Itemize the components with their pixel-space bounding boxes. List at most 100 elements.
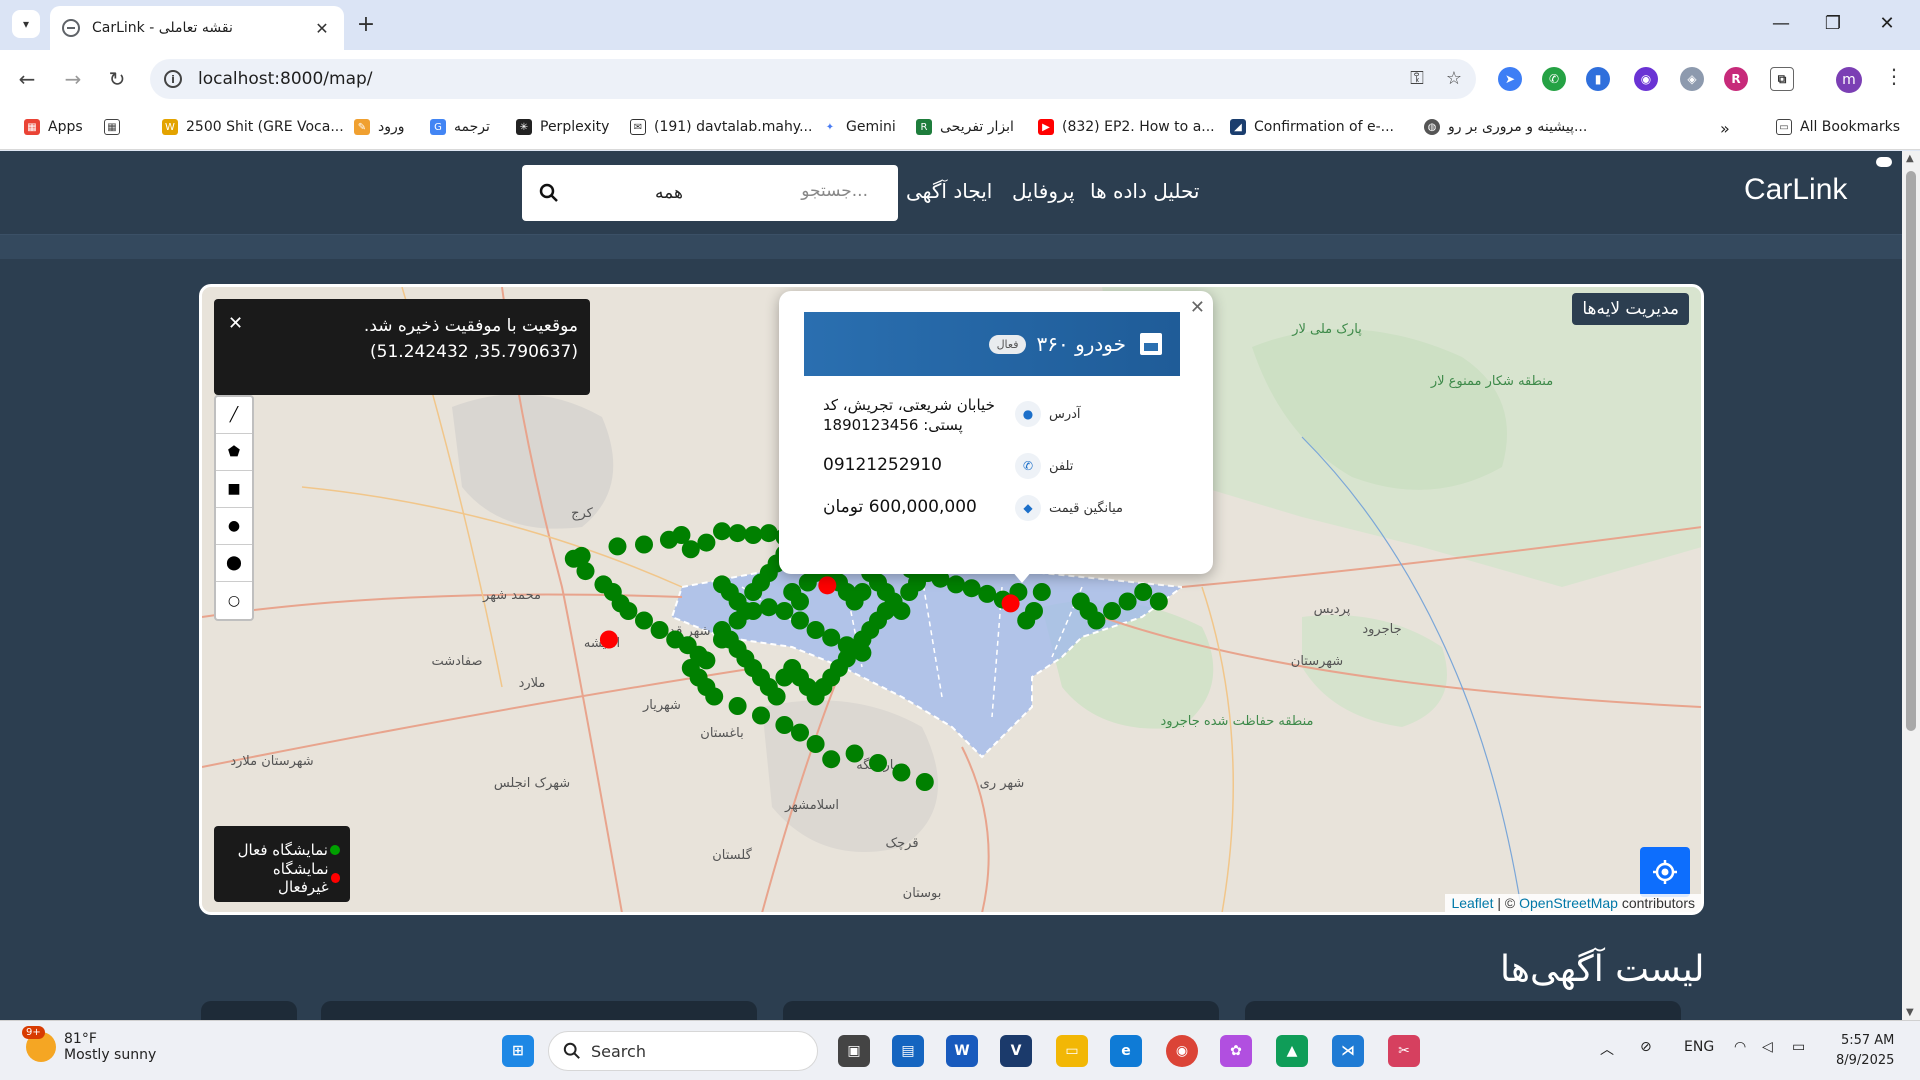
- showroom-marker-active[interactable]: [1103, 602, 1121, 620]
- extension-copilot-icon[interactable]: ◉: [1634, 67, 1658, 91]
- bookmark-fun-tools[interactable]: R ابزار تفریحی: [916, 119, 1014, 135]
- showroom-marker-active[interactable]: [1149, 592, 1168, 611]
- showroom-marker-active[interactable]: [775, 716, 794, 734]
- draw-circlemarker-icon[interactable]: ○: [216, 582, 252, 619]
- forward-button[interactable]: →: [58, 64, 88, 94]
- nav-link-analytics[interactable]: تحلیل داده ها: [1090, 179, 1199, 203]
- showroom-marker-active[interactable]: [791, 592, 809, 611]
- showroom-marker-active[interactable]: [791, 723, 809, 742]
- showroom-marker-active[interactable]: [806, 621, 825, 639]
- showroom-marker-active[interactable]: [822, 628, 841, 647]
- browser-tab[interactable]: CarLink - نقشه تعاملی ✕: [50, 6, 344, 50]
- bookmark-mail[interactable]: ✉ (191) davtalab.mahy...: [630, 119, 812, 135]
- showroom-marker-active[interactable]: [869, 754, 887, 772]
- showroom-marker-active[interactable]: [791, 611, 809, 630]
- extension-chart-icon[interactable]: ▮: [1586, 67, 1610, 91]
- draw-rectangle-icon[interactable]: ■: [216, 471, 252, 508]
- bookmarks-overflow-button[interactable]: »: [1720, 119, 1730, 138]
- showroom-marker-active[interactable]: [947, 575, 965, 594]
- bookmark-gemini[interactable]: ✦ Gemini: [822, 119, 896, 135]
- showroom-marker-active[interactable]: [752, 706, 770, 725]
- reload-button[interactable]: ↻: [102, 64, 132, 94]
- brand-logo[interactable]: CarLink: [1744, 173, 1847, 207]
- snipping-tool-icon[interactable]: ✂: [1388, 1035, 1420, 1067]
- showroom-marker-active[interactable]: [744, 526, 763, 544]
- page-scrollbar[interactable]: ▲ ▼: [1902, 151, 1920, 1020]
- showroom-marker-active[interactable]: [681, 540, 700, 559]
- store-app-icon[interactable]: ▤: [892, 1035, 924, 1067]
- word-app-icon[interactable]: W: [946, 1035, 978, 1067]
- search-category-select[interactable]: همه: [655, 183, 683, 203]
- showroom-marker-active[interactable]: [876, 602, 895, 620]
- close-tab-icon[interactable]: ✕: [312, 18, 332, 38]
- close-window-button[interactable]: ✕: [1864, 8, 1910, 38]
- theme-toggle[interactable]: [1876, 157, 1892, 167]
- copilot-app-icon[interactable]: ✿: [1220, 1035, 1252, 1067]
- showroom-marker-active[interactable]: [1032, 583, 1051, 601]
- address-bar[interactable]: i localhost:8000/map/ ⚿ ☆: [150, 59, 1476, 99]
- draw-polyline-icon[interactable]: ╱: [216, 397, 252, 434]
- showroom-marker-active[interactable]: [728, 524, 747, 543]
- showroom-marker-active[interactable]: [697, 651, 716, 670]
- extensions-puzzle-icon[interactable]: ⧉: [1770, 67, 1794, 91]
- scroll-thumb[interactable]: [1906, 171, 1916, 731]
- showroom-marker-inactive[interactable]: [599, 630, 618, 649]
- app-v-icon[interactable]: V: [1000, 1035, 1032, 1067]
- bookmark-translate[interactable]: G ترجمه: [430, 119, 490, 135]
- showroom-marker-active[interactable]: [1087, 611, 1106, 630]
- bookmark-perplexity[interactable]: ✳ Perplexity: [516, 119, 609, 135]
- scroll-up-icon[interactable]: ▲: [1906, 153, 1914, 164]
- locate-me-button[interactable]: [1640, 847, 1690, 897]
- layer-management-button[interactable]: مدیریت لایه‌ها: [1572, 293, 1689, 325]
- showroom-marker-active[interactable]: [736, 602, 755, 620]
- tab-search-button[interactable]: ▾: [12, 10, 40, 38]
- network-status-icon[interactable]: ⊘: [1640, 1039, 1652, 1055]
- search-input[interactable]: جستجو...: [801, 181, 868, 201]
- osm-link[interactable]: OpenStreetMap: [1519, 895, 1618, 911]
- showroom-marker-active[interactable]: [767, 687, 786, 706]
- showroom-marker-active[interactable]: [608, 537, 627, 556]
- bookmark-gre[interactable]: W 2500 Shit (GRE Voca...: [162, 119, 344, 135]
- showroom-marker-inactive[interactable]: [818, 576, 837, 595]
- scroll-down-icon[interactable]: ▼: [1906, 1007, 1914, 1018]
- menu-icon[interactable]: ⋮: [1884, 64, 1904, 88]
- nav-link-profile[interactable]: پروفایل: [1012, 179, 1075, 203]
- showroom-marker-active[interactable]: [806, 735, 825, 753]
- leaflet-link[interactable]: Leaflet: [1451, 895, 1493, 911]
- showroom-marker-active[interactable]: [759, 524, 778, 543]
- draw-polygon-icon[interactable]: ⬟: [216, 434, 252, 471]
- showroom-marker-active[interactable]: [845, 744, 864, 763]
- restore-button[interactable]: ❐: [1810, 8, 1856, 38]
- back-button[interactable]: ←: [12, 64, 42, 94]
- listing-card[interactable]: [321, 1001, 757, 1020]
- draw-circle-icon[interactable]: ●: [216, 508, 252, 545]
- key-icon[interactable]: ⚿: [1410, 68, 1424, 89]
- extension-send-icon[interactable]: ➤: [1498, 67, 1522, 91]
- showroom-marker-active[interactable]: [713, 522, 731, 541]
- showroom-marker-active[interactable]: [697, 533, 716, 552]
- edge-browser-icon[interactable]: e: [1110, 1035, 1142, 1067]
- language-indicator[interactable]: ENG: [1684, 1039, 1714, 1055]
- tray-overflow-icon[interactable]: ︿: [1600, 1039, 1614, 1059]
- vscode-app-icon[interactable]: ⋊: [1332, 1035, 1364, 1067]
- showroom-marker-active[interactable]: [1017, 611, 1036, 630]
- listing-card[interactable]: [1245, 1001, 1681, 1020]
- showroom-marker-active[interactable]: [572, 546, 591, 565]
- extension-shield-icon[interactable]: ◈: [1680, 67, 1704, 91]
- file-explorer-icon[interactable]: ▭: [1056, 1035, 1088, 1067]
- showroom-marker-active[interactable]: [759, 598, 778, 617]
- bookmark-grid[interactable]: ▦: [104, 119, 128, 135]
- wifi-icon[interactable]: ◠: [1734, 1039, 1746, 1055]
- draw-marker-icon[interactable]: ⬤: [216, 545, 252, 582]
- bookmark-login[interactable]: ✎ ورود: [354, 119, 405, 135]
- showroom-marker-active[interactable]: [728, 697, 747, 715]
- windows-start-icon[interactable]: ⊞: [502, 1035, 534, 1067]
- showroom-marker-active[interactable]: [775, 602, 794, 620]
- extension-lr-icon[interactable]: R: [1724, 67, 1748, 91]
- volume-icon[interactable]: ◁: [1762, 1039, 1773, 1055]
- showroom-marker-active[interactable]: [576, 562, 595, 581]
- new-tab-button[interactable]: +: [352, 10, 380, 38]
- taskbar-search[interactable]: Search: [548, 1031, 818, 1071]
- listing-card[interactable]: [201, 1001, 297, 1020]
- minimize-button[interactable]: —: [1758, 8, 1804, 38]
